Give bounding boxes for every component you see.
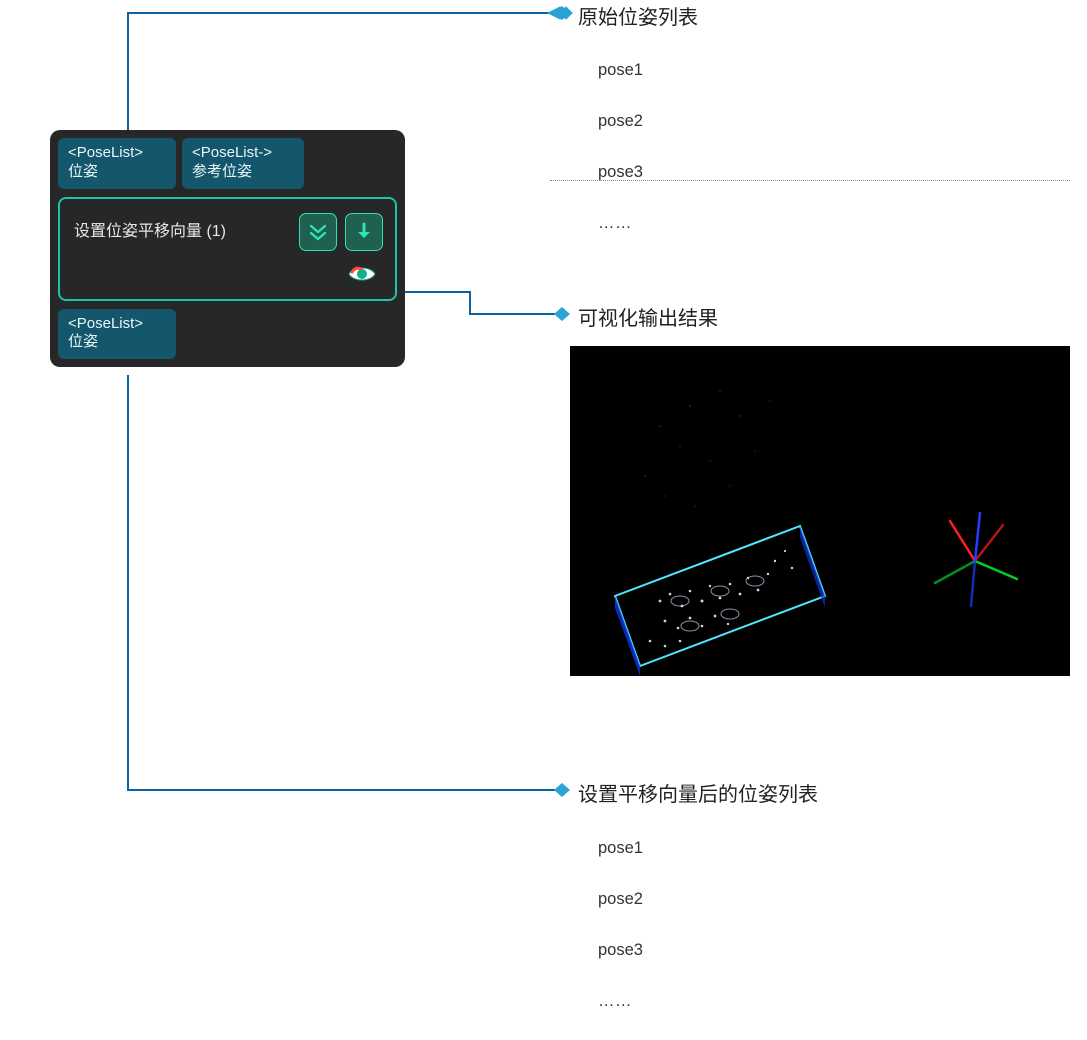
- port-type: <PoseList->: [192, 144, 272, 161]
- list-item: pose3: [598, 938, 643, 964]
- execute-icon: [307, 221, 329, 243]
- node-body: 设置位姿平移向量 (1): [58, 197, 397, 301]
- input-ports: <PoseList> 位姿 <PoseList-> 参考位姿: [58, 138, 397, 189]
- port-type: <PoseList>: [68, 144, 143, 161]
- execute-button[interactable]: [299, 213, 337, 251]
- output-port-pose[interactable]: <PoseList> 位姿: [58, 309, 176, 360]
- node-set-pose-translation[interactable]: <PoseList> 位姿 <PoseList-> 参考位姿 设置位姿平移向量 …: [50, 130, 405, 367]
- visualize-toggle[interactable]: [347, 261, 377, 285]
- node-title: 设置位姿平移向量 (1): [74, 213, 291, 241]
- list-ellipsis: ……: [598, 211, 643, 237]
- input-port-pose[interactable]: <PoseList> 位姿: [58, 138, 176, 189]
- point-cloud-scene: [570, 346, 1070, 676]
- annotation-viz-title: 可视化输出结果: [578, 302, 718, 331]
- list-item: pose2: [598, 109, 643, 135]
- divider: [550, 180, 1070, 181]
- port-label: 位姿: [68, 163, 98, 180]
- port-type: <PoseList>: [68, 315, 143, 332]
- annotation-translated-list: pose1 pose2 pose3 ……: [598, 810, 643, 1040]
- port-label: 位姿: [68, 333, 98, 350]
- annotation-raw-title: 原始位姿列表: [578, 1, 698, 30]
- list-item: pose2: [598, 887, 643, 913]
- output-ports: <PoseList> 位姿: [58, 309, 397, 360]
- list-item: pose3: [598, 160, 643, 186]
- input-port-ref-pose[interactable]: <PoseList-> 参考位姿: [182, 138, 304, 189]
- eye-icon: [347, 261, 377, 285]
- list-item: pose1: [598, 58, 643, 84]
- step-down-icon: [353, 221, 375, 243]
- visualization-preview[interactable]: [570, 346, 1070, 676]
- port-label: 参考位姿: [192, 163, 252, 180]
- step-button[interactable]: [345, 213, 383, 251]
- annotation-translated-title: 设置平移向量后的位姿列表: [578, 778, 818, 807]
- annotation-raw-list: pose1 pose2 pose3 ……: [598, 32, 643, 262]
- list-ellipsis: ……: [598, 989, 643, 1015]
- list-item: pose1: [598, 836, 643, 862]
